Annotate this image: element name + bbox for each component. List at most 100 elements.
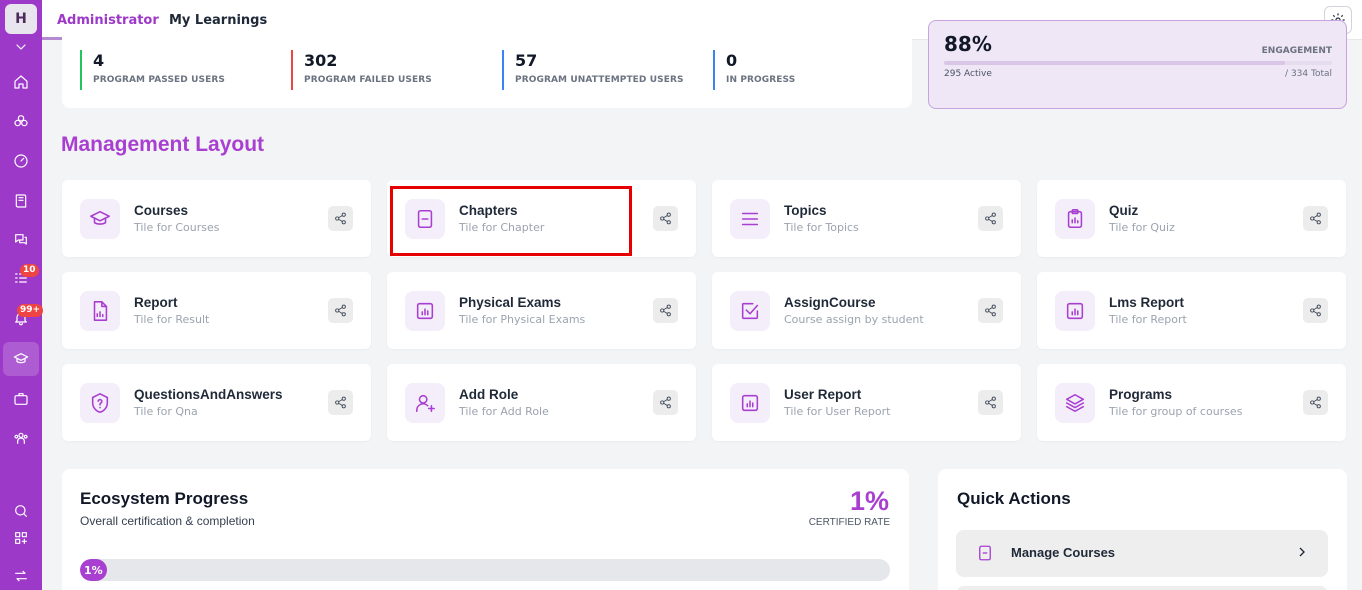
users-icon[interactable]: [10, 427, 32, 449]
tile-title: Chapters: [459, 203, 518, 218]
manage-courses-action[interactable]: Manage Courses: [956, 530, 1328, 577]
tile-title: Topics: [784, 203, 827, 218]
stat-value: 302: [304, 51, 338, 70]
quick-actions-card: Quick Actions Manage Courses: [938, 469, 1347, 590]
tile-subtitle: Tile for User Report: [784, 405, 891, 418]
tile-title: AssignCourse: [784, 295, 876, 310]
chevron-right-icon: [1294, 544, 1310, 564]
user-plus-icon: [405, 383, 445, 423]
program-stats-card: 4 PROGRAM PASSED USERS 302 PROGRAM FAILE…: [62, 30, 912, 108]
share-button[interactable]: [978, 206, 1003, 231]
layers-icon: [1055, 383, 1095, 423]
tile-title: Add Role: [459, 387, 519, 402]
ecosystem-title: Ecosystem Progress: [80, 489, 249, 508]
file-chart-icon: [80, 291, 120, 331]
tile-subtitle: Tile for Physical Exams: [459, 313, 586, 326]
ecosystem-progress-bar: 1%: [80, 559, 890, 581]
engagement-percent: 88%: [944, 32, 992, 56]
ecosystem-progress-card: Ecosystem Progress Overall certification…: [62, 469, 909, 590]
tile-quiz[interactable]: Quiz Tile for Quiz: [1037, 180, 1346, 257]
home-icon[interactable]: [10, 71, 32, 93]
stat-value: 4: [93, 51, 105, 70]
tile-programs[interactable]: Programs Tile for group of courses: [1037, 364, 1346, 441]
share-button[interactable]: [1303, 298, 1328, 323]
chevron-down-icon[interactable]: [10, 36, 32, 58]
ecosystem-subtitle: Overall certification & completion: [80, 514, 255, 528]
share-icon: [1310, 304, 1321, 317]
briefcase-icon[interactable]: [10, 388, 32, 410]
dashboard-gauge-icon[interactable]: [10, 150, 32, 172]
tile-subtitle: Tile for Chapter: [459, 221, 545, 234]
tile-subtitle: Tile for Qna: [134, 405, 198, 418]
engagement-bar-fill: [944, 61, 1286, 65]
share-icon: [985, 304, 996, 317]
tile-subtitle: Tile for Quiz: [1109, 221, 1175, 234]
share-button[interactable]: [328, 390, 353, 415]
tile-physical-exams[interactable]: Physical Exams Tile for Physical Exams: [387, 272, 696, 349]
certified-percent: 1%: [849, 486, 889, 516]
engagement-total-count: / 334 Total: [1285, 69, 1332, 79]
tile-courses[interactable]: Courses Tile for Courses: [62, 180, 371, 257]
graduation-cap-icon: [80, 199, 120, 239]
bar-chart-icon: [1055, 291, 1095, 331]
quick-actions-title: Quick Actions: [957, 489, 1071, 508]
tile-questionsandanswers[interactable]: QuestionsAndAnswers Tile for Qna: [62, 364, 371, 441]
certified-rate-label: CERTIFIED RATE: [808, 517, 890, 528]
tile-assigncourse[interactable]: AssignCourse Course assign by student: [712, 272, 1021, 349]
tile-add-role[interactable]: Add Role Tile for Add Role: [387, 364, 696, 441]
graduation-cap-icon[interactable]: [10, 348, 32, 370]
list-icon: [730, 199, 770, 239]
book-icon: [405, 199, 445, 239]
cluster-icon[interactable]: [10, 110, 32, 132]
share-button[interactable]: [978, 390, 1003, 415]
stat-value: 0: [726, 51, 738, 70]
engagement-card: 88% ENGAGEMENT 295 Active / 334 Total: [928, 20, 1347, 109]
stat-passed: 4 PROGRAM PASSED USERS: [80, 50, 225, 90]
switch-arrows-icon[interactable]: [10, 565, 32, 587]
search-icon[interactable]: [10, 500, 32, 522]
tile-user-report[interactable]: User Report Tile for User Report: [712, 364, 1021, 441]
share-button[interactable]: [328, 298, 353, 323]
share-icon: [1310, 212, 1321, 225]
share-button[interactable]: [653, 298, 678, 323]
share-icon: [335, 396, 346, 409]
share-button[interactable]: [978, 298, 1003, 323]
share-button[interactable]: [328, 206, 353, 231]
stat-label: PROGRAM UNATTEMPTED USERS: [515, 75, 684, 85]
tile-title: QuestionsAndAnswers: [134, 387, 283, 402]
quick-action-item-partial[interactable]: [956, 586, 1328, 590]
tasks-badge: 10: [20, 264, 39, 277]
share-icon: [335, 212, 346, 225]
app-logo[interactable]: H: [5, 4, 37, 34]
stat-value: 57: [515, 51, 538, 70]
share-button[interactable]: [653, 390, 678, 415]
tile-title: Report: [134, 295, 178, 310]
clipboard-icon: [1055, 199, 1095, 239]
share-icon: [660, 304, 671, 317]
apps-grid-icon[interactable]: [10, 527, 32, 549]
check-square-icon: [730, 291, 770, 331]
stat-label: PROGRAM FAILED USERS: [304, 75, 432, 85]
stat-failed: 302 PROGRAM FAILED USERS: [291, 50, 432, 90]
tile-title: Courses: [134, 203, 189, 218]
book-icon[interactable]: [10, 190, 32, 212]
share-button[interactable]: [653, 206, 678, 231]
notifications-badge: 99+: [17, 304, 44, 317]
tile-title: User Report: [784, 387, 862, 402]
engagement-bar: [944, 61, 1332, 65]
share-button[interactable]: [1303, 206, 1328, 231]
tile-subtitle: Tile for Report: [1109, 313, 1187, 326]
tile-chapters[interactable]: Chapters Tile for Chapter: [387, 180, 696, 257]
chat-icon[interactable]: [10, 229, 32, 251]
tile-report[interactable]: Report Tile for Result: [62, 272, 371, 349]
share-button[interactable]: [1303, 390, 1328, 415]
book-icon: [976, 544, 994, 562]
share-icon: [985, 396, 996, 409]
tile-topics[interactable]: Topics Tile for Topics: [712, 180, 1021, 257]
stat-label: PROGRAM PASSED USERS: [93, 75, 225, 85]
tile-title: Physical Exams: [459, 295, 562, 310]
tile-lms-report[interactable]: Lms Report Tile for Report: [1037, 272, 1346, 349]
engagement-active-count: 295 Active: [944, 69, 992, 79]
sidebar: H 10 99+: [0, 0, 44, 590]
share-icon: [335, 304, 346, 317]
